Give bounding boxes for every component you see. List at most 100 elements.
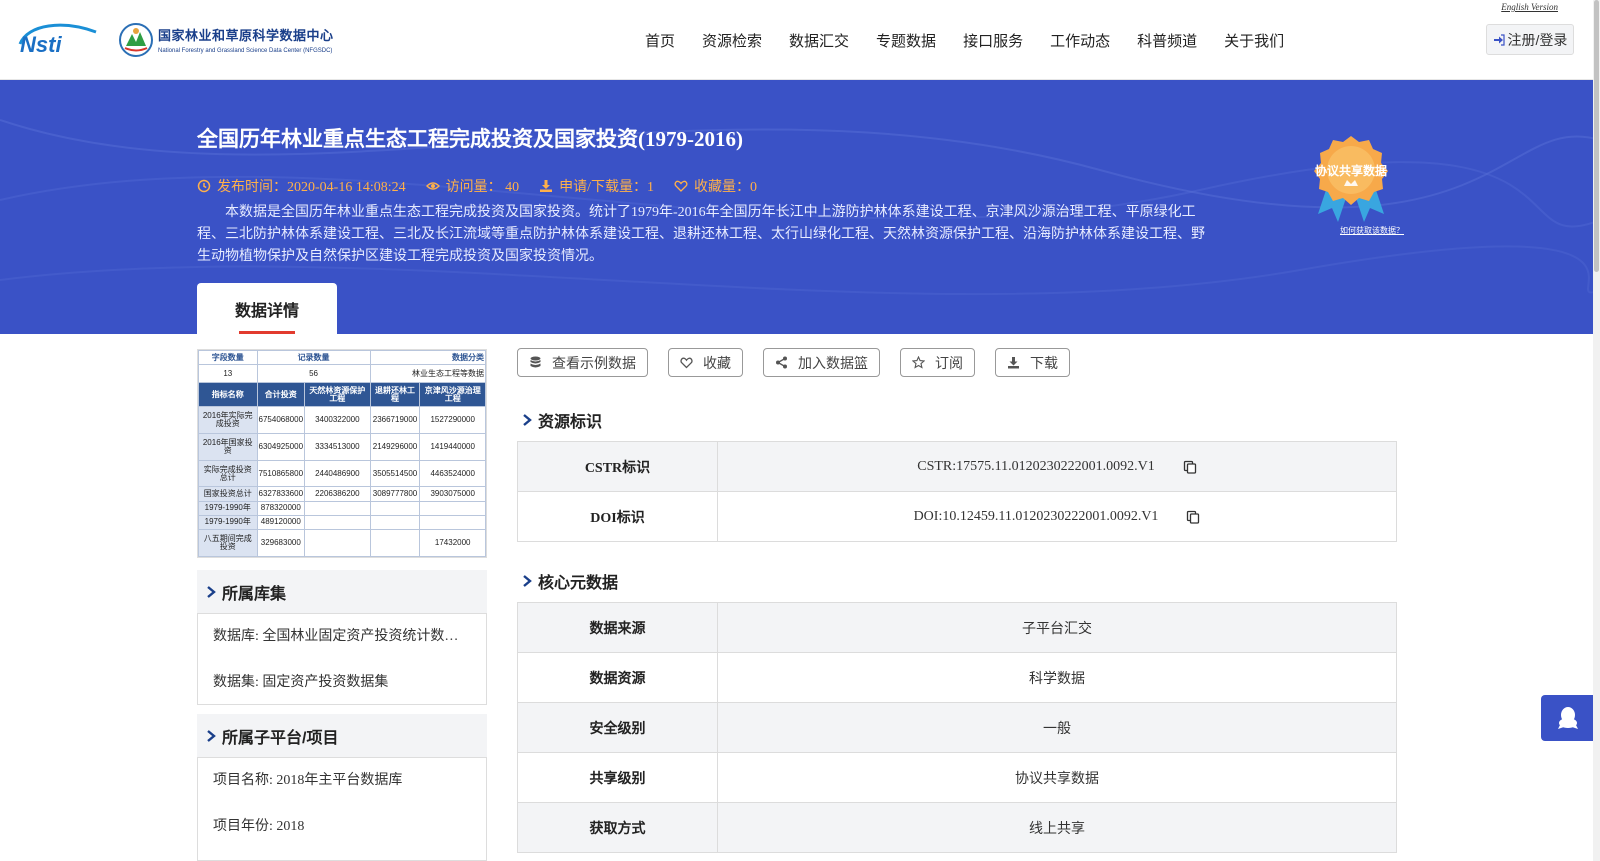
thumb-cell: 6327833600 xyxy=(256,486,306,502)
resource-id-table: CSTR标识 CSTR:17575.11.0120230222001.0092.… xyxy=(517,441,1397,542)
nav-item-topics[interactable]: 专题数据 xyxy=(876,30,936,51)
row-key: 安全级别 xyxy=(518,703,718,752)
add-basket-button[interactable]: 加入数据篮 xyxy=(763,348,880,377)
thumb-cell: 6304925000 xyxy=(256,432,306,461)
thumb-caption: 字段数量 xyxy=(198,350,258,365)
thumb-cell xyxy=(304,529,371,557)
thumb-row: 2016年实际完成投资 6754068000 3400322000 236671… xyxy=(198,406,486,434)
tab-data-detail-label: 数据详情 xyxy=(234,303,299,320)
thumb-cell: 2016年实际完成投资 xyxy=(198,406,258,434)
nav-item-about[interactable]: 关于我们 xyxy=(1224,30,1284,51)
thumb-header: 退耕还林工程 xyxy=(369,382,421,407)
dataset-title: 全国历年林业重点生态工程完成投资及国家投资(1979-2016) xyxy=(197,127,743,151)
login-label: 注册/登录 xyxy=(1507,31,1568,48)
thumb-cell: 2016年国家投资 xyxy=(198,432,258,461)
download-button[interactable]: 下载 xyxy=(995,348,1070,377)
org-name-en: National Forestry and Grassland Science … xyxy=(158,48,333,54)
thumb-cell xyxy=(369,500,421,516)
thumb-cell: 八五期间完成投资 xyxy=(198,529,258,557)
action-toolbar: 查看示例数据 收藏 加入数据篮 订阅 下载 xyxy=(517,348,1090,377)
thumb-cell: 329683000 xyxy=(256,529,306,557)
nav-item-search[interactable]: 资源检索 xyxy=(702,30,762,51)
row-value: 子平台汇交 xyxy=(1022,621,1092,637)
chevron-right-icon xyxy=(207,585,216,598)
thumb-cell: 国家投资总计 xyxy=(198,486,258,502)
download-icon xyxy=(1008,357,1019,369)
heart-icon xyxy=(674,180,688,192)
thumb-cell xyxy=(304,514,371,531)
thumb-cell: 1979-1990年 xyxy=(198,514,258,531)
nav-item-news[interactable]: 工作动态 xyxy=(1050,30,1110,51)
thumb-cell: 3334513000 xyxy=(304,432,371,461)
thumb-cell: 1527290000 xyxy=(419,406,486,434)
copy-icon[interactable] xyxy=(1186,510,1200,524)
thumb-row: 2016年国家投资 6304925000 3334513000 21492960… xyxy=(198,432,486,461)
library-database-link[interactable]: 数据库: 全国林业固定资产投资统计数据库 xyxy=(213,614,471,660)
thumb-header: 合计投资 xyxy=(256,382,306,407)
library-panel-header: 所属库集 xyxy=(197,570,487,613)
add-basket-label: 加入数据篮 xyxy=(798,354,868,371)
table-row: 数据来源 子平台汇交 xyxy=(518,603,1396,653)
org-name: 国家林业和草原科学数据中心 National Forestry and Gras… xyxy=(158,25,334,54)
thumb-row: 1979-1990年 878320000 xyxy=(198,500,486,516)
library-panel-title: 所属库集 xyxy=(222,585,287,603)
thumb-cell: 3903075000 xyxy=(419,486,486,502)
thumb-cell xyxy=(369,514,421,531)
cstr-logo-text: Nsti xyxy=(20,32,62,56)
qq-icon xyxy=(1558,707,1578,729)
row-value: CSTR:17575.11.0120230222001.0092.V1 xyxy=(718,442,1396,491)
login-button[interactable]: 注册/登录 xyxy=(1486,24,1574,55)
favorite-button[interactable]: 收藏 xyxy=(668,348,743,377)
thumb-cell: 2206386200 xyxy=(304,486,371,502)
subplatform-panel-title: 所属子平台/项目 xyxy=(222,729,339,747)
subscribe-button[interactable]: 订阅 xyxy=(900,348,975,377)
nav-item-home[interactable]: 首页 xyxy=(645,30,675,51)
english-version-link[interactable]: English Version xyxy=(1501,2,1558,12)
visit-count: 访问量： 40 xyxy=(425,176,520,196)
sample-data-thumbnail[interactable]: 字段数量 记录数量 数据分类 13 56 林业生态工程等数据 指标名称 合计投资… xyxy=(197,349,487,558)
nav-item-api[interactable]: 接口服务 xyxy=(963,30,1023,51)
view-sample-button[interactable]: 查看示例数据 xyxy=(517,348,648,377)
thumb-cell: 6754068000 xyxy=(256,406,306,434)
thumb-cell: 1419440000 xyxy=(419,432,486,461)
subplatform-panel-header: 所属子平台/项目 xyxy=(197,714,487,757)
tab-data-detail[interactable]: 数据详情 xyxy=(197,283,337,334)
resource-id-title: 资源标识 xyxy=(538,414,603,431)
thumb-cell: 2149296000 xyxy=(369,432,421,461)
thumb-cell xyxy=(304,500,371,516)
thumb-header: 京津风沙源治理工程 xyxy=(419,382,486,407)
thumb-cell: 7510865800 xyxy=(256,459,306,488)
copy-icon[interactable] xyxy=(1183,460,1197,474)
row-key: DOI标识 xyxy=(518,492,718,541)
thumb-row: 1979-1990年 489120000 xyxy=(198,514,486,531)
visit-count-text: 访问量： 40 xyxy=(445,180,520,195)
nav-item-science[interactable]: 科普频道 xyxy=(1137,30,1197,51)
clock-icon xyxy=(197,179,211,193)
download-icon xyxy=(540,180,553,192)
page-scrollbar-thumb[interactable] xyxy=(1594,0,1599,272)
project-name: 项目名称: 2018年主平台数据库 xyxy=(213,773,403,788)
thumb-cell: 3400322000 xyxy=(304,406,371,434)
nfgsdc-logo-icon[interactable] xyxy=(118,22,154,58)
row-value: DOI:10.12459.11.0120230222001.0092.V1 xyxy=(718,492,1396,541)
chevron-right-icon xyxy=(523,575,532,587)
core-meta-table: 数据来源 子平台汇交 数据资源 科学数据 安全级别 一般 共享级别 协议共享数据… xyxy=(517,602,1397,853)
publish-time: 发布时间：2020-04-16 14:08:24 xyxy=(197,176,406,196)
thumb-count: 林业生态工程等数据 xyxy=(369,364,487,383)
download-count-text: 申请/下载量：1 xyxy=(559,180,654,195)
dataset-meta: 发布时间：2020-04-16 14:08:24 访问量： 40 申请/下载量：… xyxy=(197,176,777,196)
chevron-right-icon xyxy=(523,414,532,426)
cstr-logo[interactable]: Nsti xyxy=(18,22,98,57)
nav-item-submit[interactable]: 数据汇交 xyxy=(789,30,849,51)
library-dataset-link[interactable]: 数据集: 固定资产投资数据集 xyxy=(213,660,471,706)
doi-value: DOI:10.12459.11.0120230222001.0092.V1 xyxy=(913,508,1159,524)
favorite-count: 收藏量：0 xyxy=(674,176,757,196)
how-to-get-link[interactable]: 如何获取该数据？ xyxy=(1340,225,1404,236)
core-meta-header: 核心元数据 xyxy=(521,569,618,593)
row-key: 获取方式 xyxy=(518,803,718,852)
cstr-logo-icon: Nsti xyxy=(18,23,97,57)
qq-contact-button[interactable] xyxy=(1541,695,1595,741)
row-value: 协议共享数据 xyxy=(1015,771,1099,787)
login-icon xyxy=(1493,33,1505,46)
database-icon xyxy=(530,356,541,368)
